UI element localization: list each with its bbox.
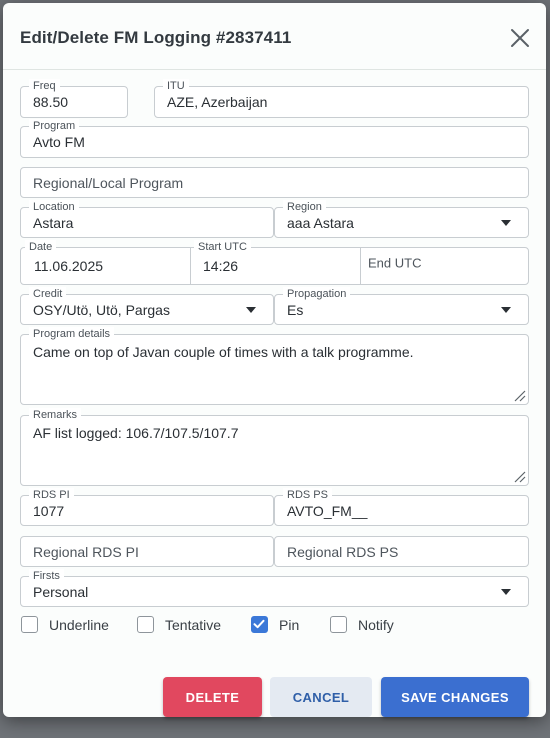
regional-rds-ps-field[interactable]: Regional RDS PS	[274, 536, 529, 567]
freq-value: 88.50	[33, 94, 69, 110]
program-value: Avto FM	[33, 134, 85, 150]
credit-value: OSY/Utö, Utö, Pargas	[33, 301, 170, 318]
freq-field[interactable]: Freq 88.50	[20, 79, 128, 118]
dialog-header: Edit/Delete FM Logging #2837411	[3, 3, 546, 70]
credit-label: Credit	[29, 287, 67, 301]
check-icon	[253, 619, 265, 629]
credit-select[interactable]: Credit OSY/Utö, Utö, Pargas	[20, 287, 274, 325]
pin-label: Pin	[279, 617, 300, 633]
resize-grip-icon[interactable]	[512, 388, 526, 402]
start-utc-input[interactable]: 14:26	[203, 258, 238, 274]
tentative-checkbox[interactable]	[137, 616, 154, 633]
remarks-value: AF list logged: 106.7/107.5/107.7	[33, 425, 239, 441]
resize-grip-icon[interactable]	[512, 469, 526, 483]
propagation-value: Es	[287, 301, 304, 318]
end-utc-input[interactable]: End UTC	[368, 256, 421, 271]
underline-checkbox[interactable]	[21, 616, 38, 633]
freq-label: Freq	[29, 79, 60, 93]
program-details-value: Came on top of Javan couple of times wit…	[33, 344, 414, 360]
firsts-value: Personal	[33, 583, 89, 600]
program-label: Program	[29, 119, 80, 133]
date-label: Date	[25, 240, 57, 254]
propagation-select[interactable]: Propagation Es	[274, 287, 529, 325]
date-divider	[190, 248, 191, 284]
cancel-button[interactable]: CANCEL	[270, 677, 372, 717]
location-field[interactable]: Location Astara	[20, 200, 274, 238]
location-value: Astara	[33, 214, 74, 231]
delete-button[interactable]: DELETE	[163, 677, 262, 717]
regional-rds-pi-field[interactable]: Regional RDS PI	[20, 536, 274, 567]
firsts-select[interactable]: Firsts Personal	[20, 569, 529, 607]
tentative-checkbox-row[interactable]: Tentative	[136, 614, 236, 638]
rds-ps-value: AVTO_FM__	[287, 502, 368, 519]
rds-ps-label: RDS PS	[283, 488, 332, 502]
program-field[interactable]: Program Avto FM	[20, 119, 529, 158]
firsts-label: Firsts	[29, 569, 64, 583]
chevron-down-icon	[501, 588, 511, 595]
start-utc-divider	[360, 248, 361, 284]
underline-checkbox-row[interactable]: Underline	[20, 614, 120, 638]
pin-checkbox[interactable]	[251, 616, 268, 633]
underline-label: Underline	[49, 617, 109, 633]
itu-value: AZE, Azerbaijan	[167, 94, 268, 110]
program-details-textarea[interactable]: Program details Came on top of Javan cou…	[20, 327, 529, 405]
rds-pi-field[interactable]: RDS PI 1077	[20, 488, 274, 526]
region-value: aaa Astara	[287, 214, 354, 231]
regional-rds-pi-placeholder: Regional RDS PI	[33, 543, 139, 560]
remarks-textarea[interactable]: Remarks AF list logged: 106.7/107.5/107.…	[20, 408, 529, 486]
chevron-down-icon	[246, 306, 256, 313]
start-utc-label: Start UTC	[194, 240, 251, 254]
pin-checkbox-row[interactable]: Pin	[250, 614, 320, 638]
regional-program-field[interactable]: Regional/Local Program	[20, 167, 529, 198]
chevron-down-icon	[501, 219, 511, 226]
itu-label: ITU	[163, 79, 189, 93]
chevron-down-icon	[501, 306, 511, 313]
rds-ps-field[interactable]: RDS PS AVTO_FM__	[274, 488, 529, 526]
region-label: Region	[283, 200, 326, 214]
propagation-label: Propagation	[283, 287, 351, 301]
itu-field[interactable]: ITU AZE, Azerbaijan	[154, 79, 529, 118]
dialog-title: Edit/Delete FM Logging #2837411	[20, 28, 292, 47]
regional-program-placeholder: Regional/Local Program	[33, 174, 184, 191]
close-button[interactable]	[508, 26, 532, 50]
save-changes-button[interactable]: SAVE CHANGES	[381, 677, 529, 717]
remarks-label: Remarks	[29, 408, 82, 422]
date-input[interactable]: 11.06.2025	[34, 258, 103, 274]
tentative-label: Tentative	[165, 617, 222, 633]
regional-rds-ps-placeholder: Regional RDS PS	[287, 543, 399, 560]
datetime-group: Date 11.06.2025 Start UTC 14:26 End UTC	[20, 240, 529, 285]
program-details-label: Program details	[29, 327, 115, 341]
edit-logging-dialog: Edit/Delete FM Logging #2837411 Freq 88.…	[3, 3, 546, 717]
notify-label: Notify	[358, 617, 394, 633]
location-label: Location	[29, 200, 79, 214]
rds-pi-value: 1077	[33, 502, 65, 519]
notify-checkbox-row[interactable]: Notify	[329, 614, 409, 638]
rds-pi-label: RDS PI	[29, 488, 74, 502]
notify-checkbox[interactable]	[330, 616, 347, 633]
close-icon	[511, 29, 529, 47]
region-select[interactable]: Region aaa Astara	[274, 200, 529, 238]
